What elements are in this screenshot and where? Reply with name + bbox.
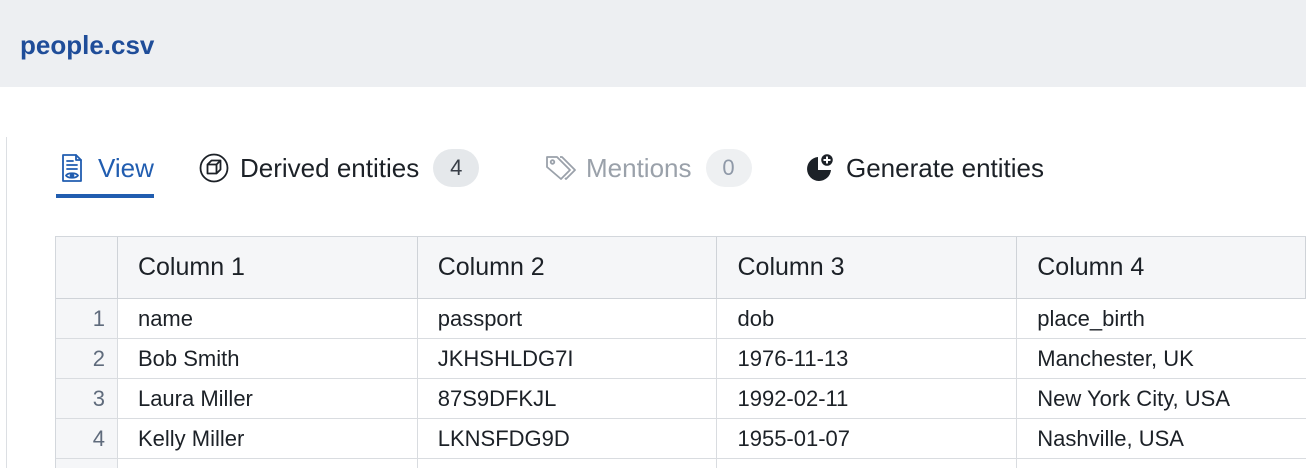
table-cell[interactable]: dob bbox=[717, 299, 1018, 338]
csv-table: Column 1 Column 2 Column 3 Column 4 1 na… bbox=[55, 236, 1306, 468]
table-cell[interactable]: Kelly Miller bbox=[118, 419, 418, 458]
row-index bbox=[56, 459, 118, 468]
column-header[interactable]: Column 3 bbox=[717, 237, 1018, 298]
column-header[interactable]: Column 2 bbox=[418, 237, 718, 298]
table-cell[interactable]: 1955-01-07 bbox=[717, 419, 1018, 458]
table-cell bbox=[118, 459, 418, 468]
column-header[interactable]: Column 4 bbox=[1017, 237, 1306, 298]
tab-bar: View Derived entities 4 Mentions 0 Gener… bbox=[0, 140, 1306, 200]
derived-entities-count: 4 bbox=[433, 149, 480, 187]
cube-icon bbox=[198, 152, 230, 184]
pie-plus-icon bbox=[804, 152, 836, 184]
table-row: 4 Kelly Miller LKNSFDG9D 1955-01-07 Nash… bbox=[56, 419, 1306, 459]
file-name-link[interactable]: people.csv bbox=[20, 30, 154, 61]
table-row: 3 Laura Miller 87S9DFKJL 1992-02-11 New … bbox=[56, 379, 1306, 419]
tab-mentions-label: Mentions bbox=[586, 152, 692, 183]
row-index: 3 bbox=[56, 379, 118, 418]
table-cell bbox=[1017, 459, 1306, 468]
mentions-count: 0 bbox=[705, 149, 752, 187]
tab-view[interactable]: View bbox=[56, 146, 154, 198]
table-row-partial bbox=[56, 459, 1306, 468]
tab-derived-entities[interactable]: Derived entities 4 bbox=[198, 146, 480, 190]
row-index: 1 bbox=[56, 299, 118, 338]
table-cell[interactable]: Nashville, USA bbox=[1017, 419, 1306, 458]
corner-cell bbox=[56, 237, 118, 298]
row-index: 2 bbox=[56, 339, 118, 378]
row-index: 4 bbox=[56, 419, 118, 458]
tags-icon bbox=[544, 152, 576, 184]
table-cell[interactable]: New York City, USA bbox=[1017, 379, 1306, 418]
table-header-row: Column 1 Column 2 Column 3 Column 4 bbox=[56, 237, 1306, 299]
table-cell[interactable]: name bbox=[118, 299, 418, 338]
table-row: 2 Bob Smith JKHSHLDG7I 1976-11-13 Manche… bbox=[56, 339, 1306, 379]
tab-generate-entities-label: Generate entities bbox=[846, 152, 1045, 183]
table-cell[interactable]: JKHSHLDG7I bbox=[418, 339, 718, 378]
table-cell[interactable]: 87S9DFKJL bbox=[418, 379, 718, 418]
table-cell[interactable]: passport bbox=[418, 299, 718, 338]
table-cell[interactable]: place_birth bbox=[1017, 299, 1306, 338]
page-header: people.csv bbox=[0, 0, 1306, 87]
table-cell[interactable]: Laura Miller bbox=[118, 379, 418, 418]
table-cell[interactable]: 1992-02-11 bbox=[717, 379, 1018, 418]
tab-generate-entities[interactable]: Generate entities bbox=[804, 146, 1044, 190]
table-cell bbox=[418, 459, 718, 468]
column-header[interactable]: Column 1 bbox=[118, 237, 418, 298]
table-cell[interactable]: Bob Smith bbox=[118, 339, 418, 378]
tab-derived-entities-label: Derived entities bbox=[240, 152, 420, 183]
table-cell[interactable]: Manchester, UK bbox=[1017, 339, 1306, 378]
table-cell[interactable]: LKNSFDG9D bbox=[418, 419, 718, 458]
table-cell[interactable]: 1976-11-13 bbox=[717, 339, 1018, 378]
tab-mentions[interactable]: Mentions 0 bbox=[544, 146, 752, 190]
table-cell bbox=[717, 459, 1018, 468]
active-tab-indicator bbox=[56, 194, 154, 198]
document-eye-icon bbox=[56, 152, 88, 184]
table-row: 1 name passport dob place_birth bbox=[56, 299, 1306, 339]
tab-view-label: View bbox=[98, 152, 154, 183]
